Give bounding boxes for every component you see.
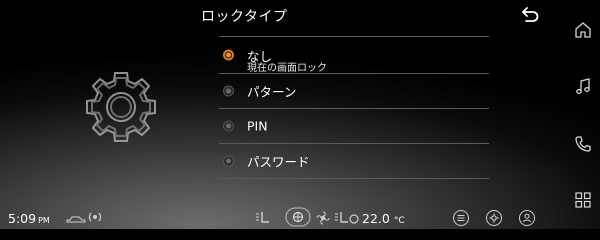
back-arrow-icon (522, 7, 539, 22)
phone-icon (575, 136, 591, 152)
option-sublabel: 現在の画面ロック (247, 63, 327, 74)
gear-icon (486, 210, 502, 226)
radio-unselected[interactable] (223, 85, 234, 97)
climate-button[interactable] (285, 207, 311, 227)
sidebar-item-home[interactable] (572, 19, 594, 41)
option-label: パターン (247, 84, 297, 100)
vehicle-icon (66, 212, 86, 224)
option-password[interactable]: パスワード (219, 144, 489, 178)
option-pin[interactable]: PIN (219, 109, 489, 143)
home-icon (575, 22, 591, 38)
option-label: PIN (247, 118, 268, 134)
option-pattern[interactable]: パターン (219, 74, 489, 108)
radio-unselected[interactable] (223, 120, 234, 132)
radio-selected[interactable] (223, 49, 234, 61)
divider (219, 178, 489, 179)
seat-heat-right-button[interactable] (333, 210, 359, 226)
clock-ampm: PM (38, 216, 50, 225)
clock-time: 5:09 (8, 211, 37, 226)
sidebar-item-music[interactable] (572, 76, 594, 98)
status-bar: 5:09 PM 22.0 °C (0, 207, 600, 229)
settings-gear-icon (86, 72, 156, 142)
radio-unselected[interactable] (223, 155, 234, 167)
temperature-readout[interactable]: 22.0 °C (362, 211, 405, 226)
fan-icon (315, 210, 331, 226)
lock-type-list: なし 現在の画面ロック パターン PIN パスワード (219, 36, 489, 179)
user-icon (519, 210, 535, 226)
seat-heat-left-button[interactable] (254, 210, 272, 226)
menu-button[interactable] (452, 209, 470, 227)
temperature-value: 22.0 (362, 211, 390, 226)
back-button[interactable] (520, 4, 542, 24)
connectivity-icon (88, 210, 102, 224)
sidebar-item-phone[interactable] (572, 133, 594, 155)
profile-button[interactable] (518, 209, 536, 227)
page-title: ロックタイプ (201, 9, 288, 25)
music-note-icon (576, 78, 590, 94)
temperature-unit: °C (393, 216, 405, 226)
option-none[interactable]: なし 現在の画面ロック (219, 37, 489, 74)
settings-button[interactable] (485, 209, 503, 227)
clock: 5:09 PM (8, 211, 50, 226)
option-label: パスワード (247, 154, 310, 170)
